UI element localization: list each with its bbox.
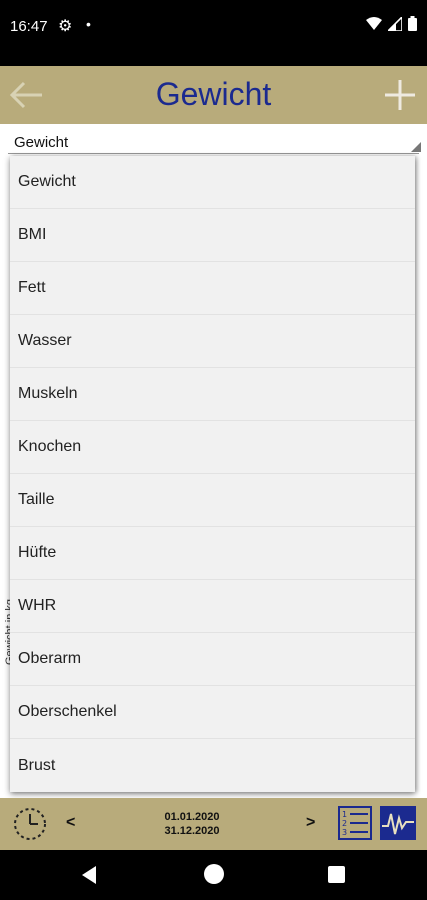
system-nav-bar [0,850,427,900]
spinner-underline [8,153,419,154]
measure-spinner[interactable]: Gewicht [0,124,427,156]
dropdown-item-bmi[interactable]: BMI [10,209,415,262]
nav-home-icon[interactable] [204,864,224,884]
svg-text:3: 3 [342,828,347,837]
measure-dropdown: Gewicht BMI Fett Wasser Muskeln Knochen … [10,156,415,792]
dropdown-item-huefte[interactable]: Hüfte [10,527,415,580]
status-icons [366,16,417,31]
svg-text:1: 1 [342,810,347,819]
page-title: Gewicht [155,76,272,112]
settings-gear-icon: ⚙ [58,18,73,35]
app-bar: Gewicht [0,66,427,124]
dropdown-item-oberarm[interactable]: Oberarm [10,633,415,686]
dropdown-item-taille[interactable]: Taille [10,474,415,527]
dropdown-item-wasser[interactable]: Wasser [10,315,415,368]
dropdown-item-fett[interactable]: Fett [10,262,415,315]
svg-text:2: 2 [342,819,347,828]
spinner-caret-icon [411,142,421,152]
clock-icon[interactable] [12,806,48,842]
wifi-icon [366,16,382,30]
chart-view-icon[interactable] [380,806,416,840]
dropdown-item-muskeln[interactable]: Muskeln [10,368,415,421]
next-period-button[interactable]: > [306,814,315,832]
dropdown-item-whr[interactable]: WHR [10,580,415,633]
status-time: 16:47 [10,18,48,35]
date-from: 01.01.2020 [164,811,220,823]
dropdown-item-oberschenkel[interactable]: Oberschenkel [10,686,415,739]
bottom-toolbar: < 01.01.2020 31.12.2020 > 1 2 3 [0,798,427,850]
previous-period-button[interactable]: < [66,814,75,832]
date-to: 31.12.2020 [164,825,220,837]
list-view-icon[interactable]: 1 2 3 [338,806,372,840]
nav-recent-apps-icon[interactable] [328,866,345,883]
signal-icon [388,16,402,31]
add-plus-icon[interactable] [381,76,419,114]
dropdown-item-gewicht[interactable]: Gewicht [10,156,415,209]
nav-back-icon[interactable] [80,865,98,885]
status-bar: 16:47 ⚙ • [0,0,427,66]
dropdown-item-knochen[interactable]: Knochen [10,421,415,474]
dropdown-item-brust[interactable]: Brust [10,739,415,792]
battery-icon [408,16,417,31]
notification-dot-icon: • [86,16,91,32]
spinner-selected-value: Gewicht [14,134,69,151]
date-range: 01.01.2020 31.12.2020 [140,810,244,838]
